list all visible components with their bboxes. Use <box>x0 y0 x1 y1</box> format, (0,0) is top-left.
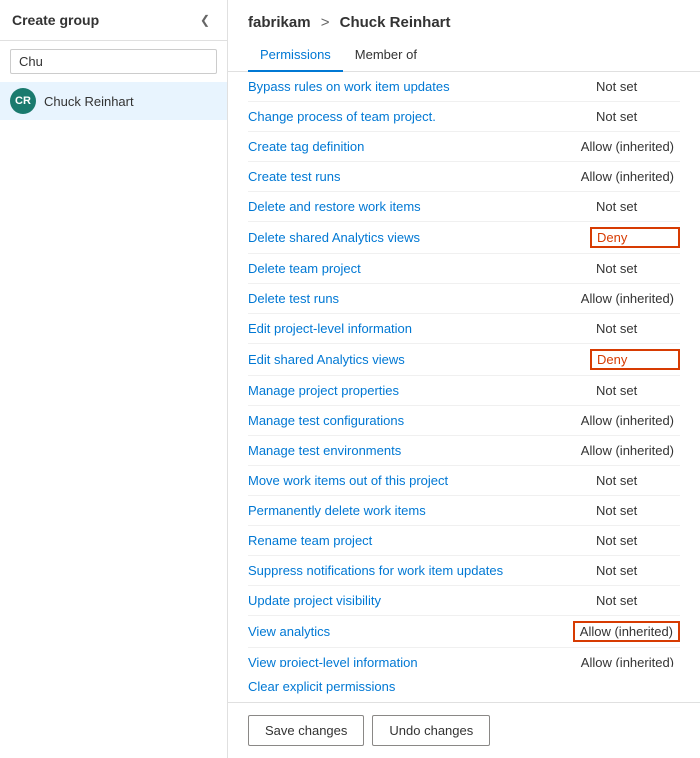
permission-value[interactable]: Not set <box>590 471 680 490</box>
breadcrumb-org: fabrikam <box>248 14 311 31</box>
permission-value[interactable]: Not set <box>590 561 680 580</box>
permission-label[interactable]: View analytics <box>248 624 330 639</box>
permission-label[interactable]: Delete test runs <box>248 291 339 306</box>
permission-label[interactable]: Move work items out of this project <box>248 473 448 488</box>
permission-value[interactable]: Not set <box>590 591 680 610</box>
permission-value[interactable]: Allow (inherited) <box>575 137 680 156</box>
permission-value[interactable]: Not set <box>590 107 680 126</box>
permission-value[interactable]: Allow (inherited) <box>573 621 680 642</box>
permission-label[interactable]: Permanently delete work items <box>248 503 426 518</box>
permission-value[interactable]: Not set <box>590 259 680 278</box>
permission-label[interactable]: Change process of team project. <box>248 109 436 124</box>
breadcrumb: fabrikam > Chuck Reinhart <box>228 0 700 39</box>
permission-label[interactable]: Delete and restore work items <box>248 199 421 214</box>
permission-value[interactable]: Not set <box>590 77 680 96</box>
permission-value[interactable]: Allow (inherited) <box>575 289 680 308</box>
table-row: Permanently delete work items Not set <box>248 496 680 526</box>
permission-label[interactable]: Manage test environments <box>248 443 401 458</box>
table-row: Edit shared Analytics views Deny <box>248 344 680 376</box>
avatar: CR <box>10 88 36 114</box>
permissions-list: Bypass rules on work item updates Not set… <box>228 72 700 667</box>
tab-bar: Permissions Member of <box>228 39 700 72</box>
table-row: Manage test environments Allow (inherited… <box>248 436 680 466</box>
permission-label[interactable]: Edit project-level information <box>248 321 412 336</box>
table-row: Delete and restore work items Not set <box>248 192 680 222</box>
table-row: Change process of team project. Not set <box>248 102 680 132</box>
permission-label[interactable]: Suppress notifications for work item upd… <box>248 563 503 578</box>
table-row: Delete test runs Allow (inherited) <box>248 284 680 314</box>
permission-value[interactable]: Not set <box>590 319 680 338</box>
breadcrumb-user: Chuck Reinhart <box>340 14 451 31</box>
collapse-button[interactable]: ❮ <box>195 10 215 30</box>
user-list-item[interactable]: CR Chuck Reinhart <box>0 82 227 120</box>
permission-value[interactable]: Deny <box>590 227 680 248</box>
permission-value[interactable]: Not set <box>590 501 680 520</box>
save-button[interactable]: Save changes <box>248 715 364 746</box>
table-row: Bypass rules on work item updates Not set <box>248 72 680 102</box>
search-input[interactable] <box>10 49 217 74</box>
tab-permissions[interactable]: Permissions <box>248 39 343 72</box>
tab-member-of[interactable]: Member of <box>343 39 429 72</box>
permission-label[interactable]: Edit shared Analytics views <box>248 352 405 367</box>
table-row: Suppress notifications for work item upd… <box>248 556 680 586</box>
main-content: fabrikam > Chuck Reinhart Permissions Me… <box>228 0 700 758</box>
permission-label[interactable]: View project-level information <box>248 655 418 667</box>
permission-label[interactable]: Bypass rules on work item updates <box>248 79 450 94</box>
table-row: Manage test configurations Allow (inherit… <box>248 406 680 436</box>
clear-permissions-link[interactable]: Clear explicit permissions <box>228 667 700 702</box>
permission-value[interactable]: Not set <box>590 197 680 216</box>
permission-label[interactable]: Create tag definition <box>248 139 364 154</box>
permission-label[interactable]: Manage project properties <box>248 383 399 398</box>
sidebar-header: Create group ❮ <box>0 0 227 41</box>
permission-value[interactable]: Allow (inherited) <box>575 653 680 667</box>
table-row: Move work items out of this project Not s… <box>248 466 680 496</box>
permission-label[interactable]: Manage test configurations <box>248 413 404 428</box>
table-row: Create tag definition Allow (inherited) <box>248 132 680 162</box>
permission-label[interactable]: Delete team project <box>248 261 361 276</box>
table-row: View analytics Allow (inherited) <box>248 616 680 648</box>
user-name: Chuck Reinhart <box>44 94 134 109</box>
footer: Save changes Undo changes <box>228 702 700 758</box>
permission-label[interactable]: Update project visibility <box>248 593 381 608</box>
permission-label[interactable]: Create test runs <box>248 169 341 184</box>
permission-value[interactable]: Not set <box>590 531 680 550</box>
permission-value[interactable]: Allow (inherited) <box>575 167 680 186</box>
permission-label[interactable]: Rename team project <box>248 533 372 548</box>
permission-value[interactable]: Deny <box>590 349 680 370</box>
table-row: View project-level information Allow (inh… <box>248 648 680 667</box>
table-row: Create test runs Allow (inherited) <box>248 162 680 192</box>
permission-label[interactable]: Delete shared Analytics views <box>248 230 420 245</box>
table-row: Delete team project Not set <box>248 254 680 284</box>
table-row: Rename team project Not set <box>248 526 680 556</box>
table-row: Edit project-level information Not set <box>248 314 680 344</box>
permission-value[interactable]: Not set <box>590 381 680 400</box>
breadcrumb-separator: > <box>321 14 330 31</box>
permission-value[interactable]: Allow (inherited) <box>575 411 680 430</box>
sidebar: Create group ❮ CR Chuck Reinhart <box>0 0 228 758</box>
undo-button[interactable]: Undo changes <box>372 715 490 746</box>
table-row: Delete shared Analytics views Deny <box>248 222 680 254</box>
table-row: Update project visibility Not set <box>248 586 680 616</box>
sidebar-title: Create group <box>12 12 99 28</box>
table-row: Manage project properties Not set <box>248 376 680 406</box>
permission-value[interactable]: Allow (inherited) <box>575 441 680 460</box>
